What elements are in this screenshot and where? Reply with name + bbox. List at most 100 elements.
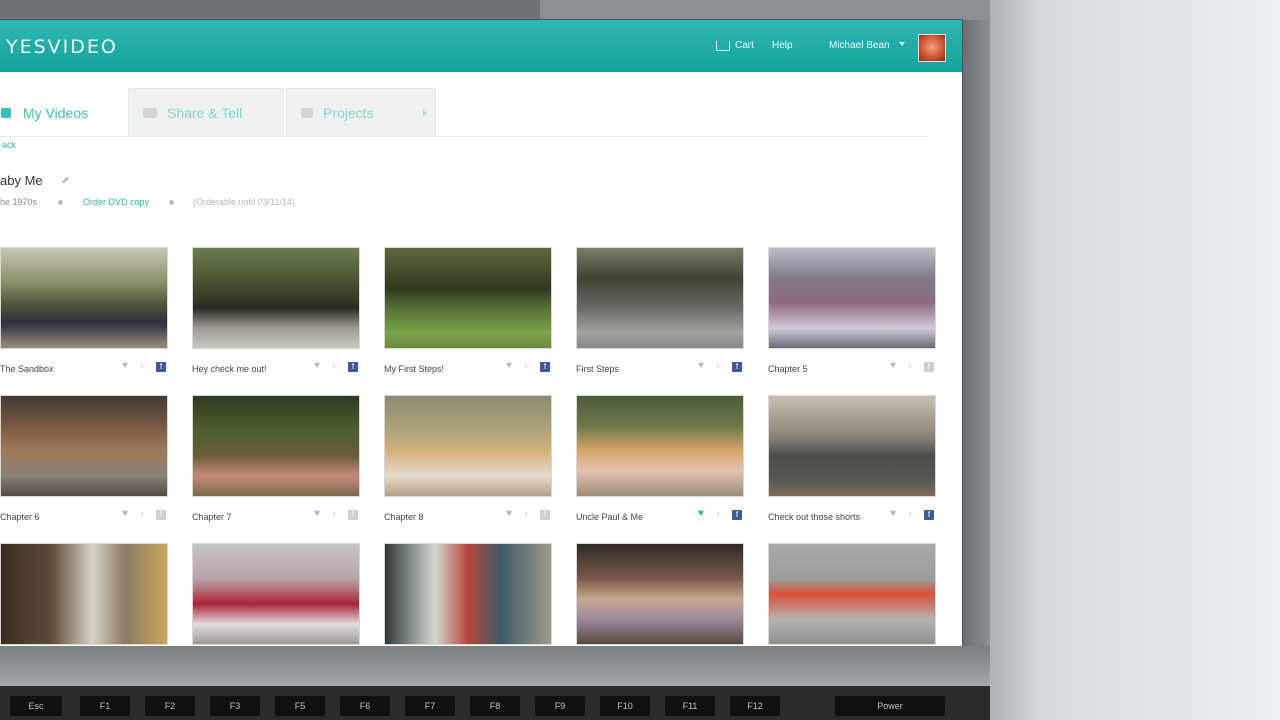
video-thumbnail[interactable] xyxy=(0,247,168,349)
thumbs-up-icon[interactable]: ↑ xyxy=(140,509,149,519)
video-card[interactable]: Chapter 7 ♥ ↑ f xyxy=(192,395,360,535)
facebook-share-icon[interactable]: f xyxy=(540,362,550,372)
video-title[interactable]: The Sandbox xyxy=(0,364,115,374)
video-icon xyxy=(1,108,11,118)
video-card[interactable]: Uncle Paul & Me ♥ ↑ f xyxy=(576,395,744,535)
video-card[interactable]: First Steps ♥ ↑ f xyxy=(576,247,744,387)
facebook-share-icon[interactable]: f xyxy=(348,362,358,372)
video-card[interactable]: Aunt GoGo♥↑f xyxy=(0,543,168,646)
heart-icon[interactable]: ♥ xyxy=(506,508,515,519)
heart-icon[interactable]: ♥ xyxy=(698,360,707,371)
video-thumbnail[interactable] xyxy=(384,543,552,645)
keyboard-key: F11 xyxy=(665,696,715,716)
yesvideo-logo[interactable]: YESVIDEO xyxy=(6,36,118,58)
heart-icon[interactable]: ♥ xyxy=(314,508,323,519)
chevron-right-icon[interactable] xyxy=(423,110,427,116)
video-thumbnail[interactable] xyxy=(576,543,744,645)
video-thumbnail[interactable] xyxy=(384,395,552,497)
video-title[interactable]: Hey check me out! xyxy=(192,364,307,374)
avatar[interactable] xyxy=(918,34,946,62)
video-title[interactable]: Chapter 6 xyxy=(0,512,115,522)
video-thumbnail[interactable] xyxy=(192,247,360,349)
heart-icon[interactable]: ♥ xyxy=(122,508,131,519)
keyboard-key: F1 xyxy=(80,696,130,716)
tab-label: Projects xyxy=(323,104,374,121)
video-title[interactable]: Chapter 7 xyxy=(192,512,307,522)
heart-icon[interactable]: ♥ xyxy=(314,360,323,371)
thumbs-up-icon[interactable]: ↑ xyxy=(908,361,917,371)
cart-icon[interactable] xyxy=(716,41,730,51)
video-thumbnail[interactable] xyxy=(768,543,936,645)
video-thumbnail[interactable] xyxy=(0,543,168,645)
video-card[interactable]: Check out those shorts ♥ ↑ f xyxy=(768,395,936,535)
help-link[interactable]: Help xyxy=(772,40,793,51)
video-thumbnail[interactable] xyxy=(0,395,168,497)
video-thumbnail[interactable] xyxy=(576,247,744,349)
user-menu[interactable]: Michael Bean xyxy=(829,40,890,51)
video-thumbnail[interactable] xyxy=(768,247,936,349)
video-title[interactable]: Check out those shorts xyxy=(768,512,883,522)
video-title[interactable]: My First Steps! xyxy=(384,364,499,374)
video-card[interactable]: My First Steps! ♥ ↑ f xyxy=(384,247,552,387)
facebook-share-icon[interactable]: f xyxy=(924,362,934,372)
keyboard-key: Power xyxy=(835,696,945,716)
facebook-share-icon[interactable]: f xyxy=(156,510,166,520)
heart-icon[interactable]: ♥ xyxy=(122,360,131,371)
facebook-share-icon[interactable]: f xyxy=(540,510,550,520)
app-header: YESVIDEO Cart Help Michael Bean xyxy=(0,20,962,72)
tab-label: My Videos xyxy=(23,105,89,121)
video-thumbnail[interactable] xyxy=(384,247,552,349)
video-thumbnail[interactable] xyxy=(192,395,360,497)
keyboard-key: F3 xyxy=(210,696,260,716)
info-icon[interactable] xyxy=(58,200,63,205)
tab-label: Share & Tell xyxy=(167,104,243,121)
chevron-down-icon[interactable] xyxy=(899,42,905,46)
thumbs-up-icon[interactable]: ↑ xyxy=(332,509,341,519)
heart-icon[interactable]: ♥ xyxy=(890,360,899,371)
video-title[interactable]: Chapter 5 xyxy=(768,364,883,374)
tab-share-and-tell[interactable]: Share & Tell xyxy=(128,88,284,136)
video-title[interactable]: First Steps xyxy=(576,364,691,374)
facebook-share-icon[interactable]: f xyxy=(732,362,742,372)
heart-icon[interactable]: ♥ xyxy=(890,508,899,519)
thumbs-up-icon[interactable]: ↑ xyxy=(524,361,533,371)
video-thumbnail[interactable] xyxy=(576,395,744,497)
video-card[interactable]: Chapter 12♥↑f xyxy=(192,543,360,646)
tab-projects[interactable]: Projects xyxy=(286,88,436,136)
thumbs-up-icon[interactable]: ↑ xyxy=(908,509,917,519)
video-title[interactable]: Chapter 8 xyxy=(384,512,499,522)
thumbs-up-icon[interactable]: ↑ xyxy=(332,361,341,371)
video-title[interactable]: Uncle Paul & Me xyxy=(576,512,691,522)
video-card[interactable]: Chapter 15♥↑f xyxy=(768,543,936,646)
video-thumbnail[interactable] xyxy=(192,543,360,645)
tab-my-videos[interactable]: My Videos xyxy=(0,88,128,137)
facebook-share-icon[interactable]: f xyxy=(348,510,358,520)
thumbs-up-icon[interactable]: ↑ xyxy=(524,509,533,519)
laptop-bezel-top xyxy=(540,0,990,20)
projects-icon xyxy=(301,107,313,118)
keyboard-key: F12 xyxy=(730,696,780,716)
video-card[interactable]: Chapter 5 ♥ ↑ f xyxy=(768,247,936,387)
thumbs-up-icon[interactable]: ↑ xyxy=(140,361,149,371)
keyboard-key: F6 xyxy=(340,696,390,716)
video-card[interactable]: Chapter 6 ♥ ↑ f xyxy=(0,395,168,535)
video-card[interactable]: Chapter 13♥↑f xyxy=(384,543,552,646)
orderable-note: (Orderable until 03/11/14) xyxy=(193,197,295,207)
heart-icon[interactable]: ♥ xyxy=(506,360,515,371)
thumbs-up-icon[interactable]: ↑ xyxy=(716,361,725,371)
video-card[interactable]: The Sandbox ♥ ↑ f xyxy=(0,247,168,387)
video-card[interactable]: Hey check me out! ♥ ↑ f xyxy=(192,247,360,387)
back-link[interactable]: ack xyxy=(2,140,16,150)
heart-icon[interactable]: ♥ xyxy=(698,508,707,519)
pencil-icon[interactable] xyxy=(62,176,69,184)
thumbs-up-icon[interactable]: ↑ xyxy=(716,509,725,519)
facebook-share-icon[interactable]: f xyxy=(156,362,166,372)
help-icon[interactable] xyxy=(169,200,174,205)
video-card[interactable]: Chapter 14♥↑f xyxy=(576,543,744,646)
facebook-share-icon[interactable]: f xyxy=(924,510,934,520)
order-dvd-link[interactable]: Order DVD copy xyxy=(83,197,149,207)
video-card[interactable]: Chapter 8 ♥ ↑ f xyxy=(384,395,552,535)
cart-link[interactable]: Cart xyxy=(735,40,754,51)
facebook-share-icon[interactable]: f xyxy=(732,510,742,520)
video-thumbnail[interactable] xyxy=(768,395,936,497)
